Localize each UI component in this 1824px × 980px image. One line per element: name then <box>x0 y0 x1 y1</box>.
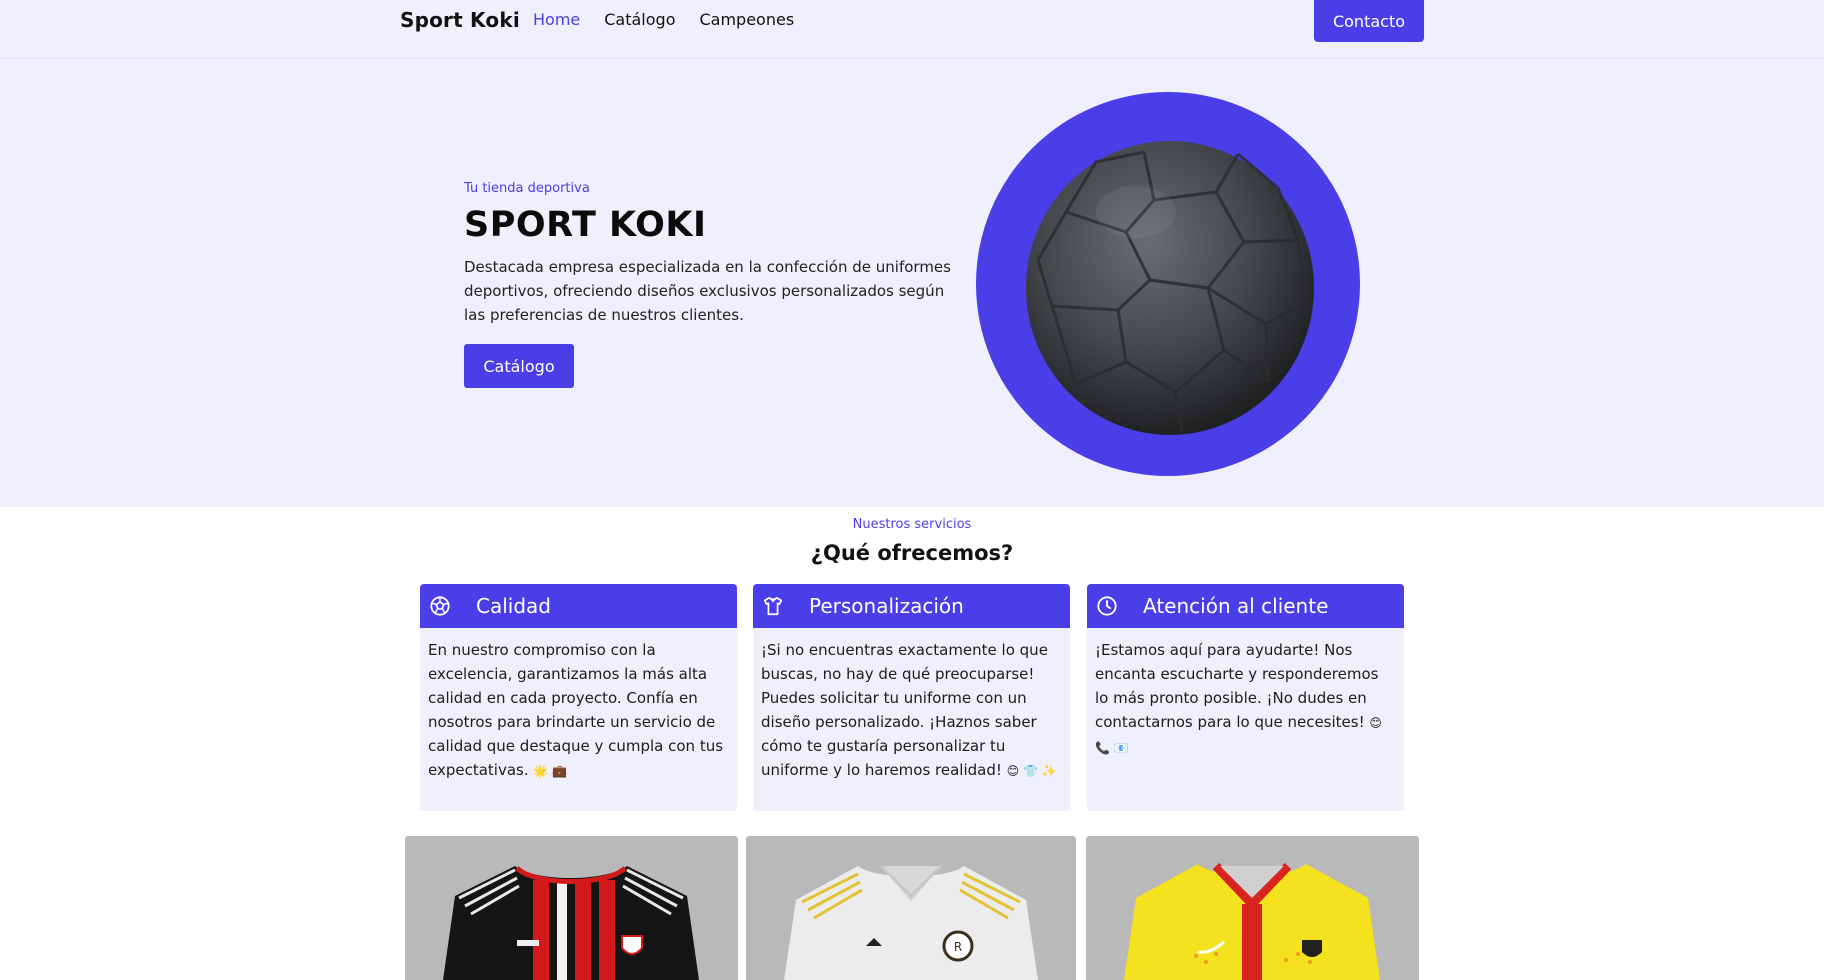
contact-button[interactable]: Contacto <box>1314 0 1424 42</box>
shirt-icon <box>763 596 783 616</box>
services-title: ¿Qué ofrecemos? <box>810 541 1014 565</box>
product-card-2[interactable]: R <box>746 836 1076 980</box>
white-gold-jersey: R <box>784 864 1038 980</box>
hero-title: SPORT KOKI <box>464 205 707 245</box>
services-eyebrow: Nuestros servicios <box>852 517 972 532</box>
soccer-ball-image <box>976 92 1360 476</box>
yellow-red-jersey <box>1124 862 1380 980</box>
product-card-1[interactable] <box>405 836 738 980</box>
card-header: Calidad <box>420 584 737 628</box>
red-black-striped-jersey <box>443 866 699 980</box>
service-card-calidad: Calidad En nuestro compromiso con la exc… <box>420 584 737 811</box>
hero-section: Tu tienda deportiva SPORT KOKI Destacada… <box>0 59 1824 507</box>
top-navbar: Sport Koki Home Catálogo Campeones Conta… <box>0 0 1824 59</box>
emoji-decoration: 🌟 💼 <box>533 764 568 778</box>
service-card-personalizacion: Personalización ¡Si no encuentras exacta… <box>753 584 1070 811</box>
nav-home[interactable]: Home <box>533 10 580 29</box>
hero-eyebrow: Tu tienda deportiva <box>464 181 590 196</box>
card-title: Calidad <box>476 594 551 618</box>
card-header: Personalización <box>753 584 1070 628</box>
card-title: Atención al cliente <box>1143 594 1329 618</box>
card-text: ¡Si no encuentras exactamente lo que bus… <box>761 641 1057 779</box>
catalog-button[interactable]: Catálogo <box>464 344 574 388</box>
card-text: En nuestro compromiso con la excelencia,… <box>428 641 724 779</box>
soccer-ball-icon <box>430 596 450 616</box>
nav-campeones[interactable]: Campeones <box>699 10 794 29</box>
main-nav: Home Catálogo Campeones <box>533 10 794 29</box>
svg-text:R: R <box>954 940 962 954</box>
card-text: ¡Estamos aquí para ayudarte! Nos encanta… <box>1095 641 1382 755</box>
nav-catalogo[interactable]: Catálogo <box>604 10 675 29</box>
emoji-decoration: 😊 👕 ✨ <box>1006 764 1057 778</box>
brand-logo[interactable]: Sport Koki <box>400 8 520 32</box>
service-card-atencion: Atención al cliente ¡Estamos aquí para a… <box>1087 584 1404 811</box>
card-header: Atención al cliente <box>1087 584 1404 628</box>
hero-description: Destacada empresa especializada en la co… <box>464 258 951 324</box>
card-title: Personalización <box>809 594 964 618</box>
product-card-3[interactable] <box>1086 836 1419 980</box>
clock-icon <box>1097 596 1117 616</box>
